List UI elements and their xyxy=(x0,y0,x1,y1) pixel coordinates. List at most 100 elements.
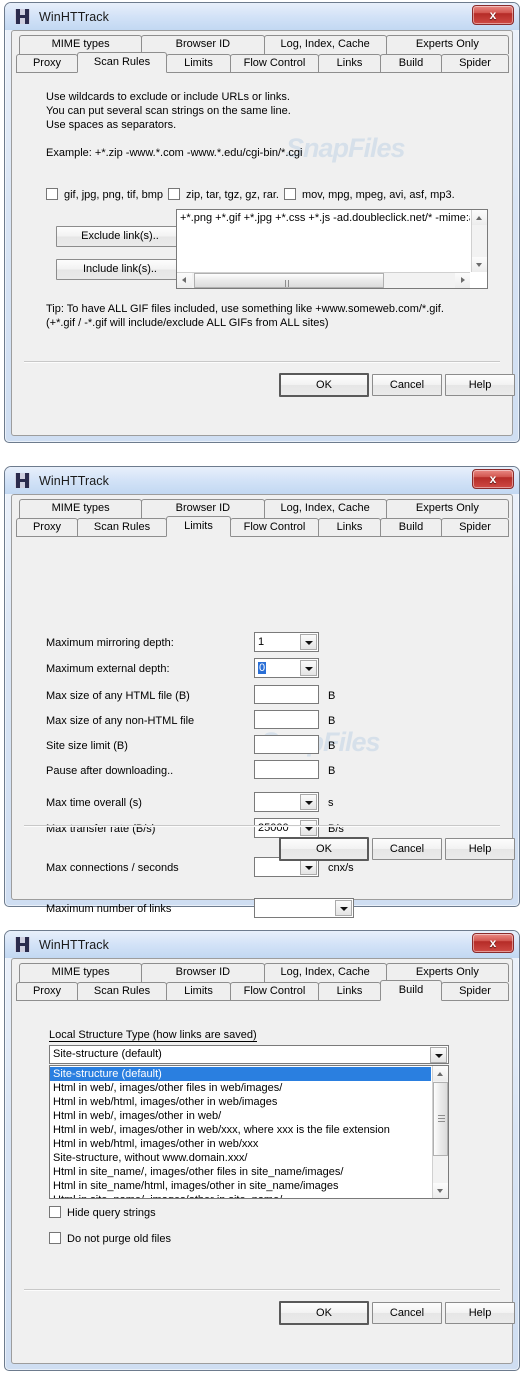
tab-flow-control[interactable]: Flow Control xyxy=(230,982,319,1001)
close-button[interactable]: x xyxy=(472,5,514,25)
scroll-up-arrow-icon[interactable] xyxy=(472,210,487,225)
checkbox-do-not-purge-old-files[interactable] xyxy=(49,1232,61,1244)
dialog-client: MIME types Browser ID Log, Index, Cache … xyxy=(11,30,515,436)
scroll-down-arrow-icon[interactable] xyxy=(433,1183,448,1198)
tab-links[interactable]: Links xyxy=(318,982,381,1001)
scan-rules-textarea[interactable]: +*.png +*.gif +*.jpg +*.css +*.js -ad.do… xyxy=(176,209,488,289)
cancel-button[interactable]: Cancel xyxy=(372,374,442,396)
input-max-nonhtml-size[interactable] xyxy=(254,710,319,729)
tab-flow-control[interactable]: Flow Control xyxy=(230,54,319,73)
scroll-down-arrow-icon[interactable] xyxy=(472,257,487,272)
tab-mime-types[interactable]: MIME types xyxy=(19,499,143,518)
input-max-html-size[interactable] xyxy=(254,685,319,704)
help-button[interactable]: Help xyxy=(445,1302,515,1324)
scan-rules-text: +*.png +*.gif +*.jpg +*.css +*.js -ad.do… xyxy=(180,212,470,224)
tab-links[interactable]: Links xyxy=(318,518,381,537)
tab-build[interactable]: Build xyxy=(380,980,442,1001)
textarea-horizontal-scrollbar[interactable] xyxy=(177,272,470,288)
list-item[interactable]: Html in web/, images/other files in web/… xyxy=(50,1081,431,1095)
checkbox-archives[interactable] xyxy=(168,188,180,200)
tab-build[interactable]: Build xyxy=(380,518,442,537)
checkbox-hide-query-strings-label: Hide query strings xyxy=(67,1207,156,1219)
list-item[interactable]: Html in web/html, images/other in web/im… xyxy=(50,1095,431,1109)
exclude-links-button[interactable]: Exclude link(s).. xyxy=(56,226,184,247)
combo-max-external-depth-value: 0 xyxy=(258,662,267,674)
checkbox-images[interactable] xyxy=(46,188,58,200)
list-item[interactable]: Html in web/, images/other in web/ xyxy=(50,1109,431,1123)
chevron-down-icon[interactable] xyxy=(335,900,352,916)
scroll-right-arrow-icon[interactable] xyxy=(455,273,470,288)
list-item[interactable]: Site-structure (default) xyxy=(50,1067,431,1081)
combo-max-external-depth[interactable]: 0 xyxy=(254,658,319,678)
chevron-down-icon[interactable] xyxy=(300,660,317,676)
tab-scan-rules[interactable]: Scan Rules xyxy=(77,518,167,537)
tab-experts-only[interactable]: Experts Only xyxy=(385,499,509,518)
list-item[interactable]: Html in web/html, images/other in web/xx… xyxy=(50,1137,431,1151)
dialog-client: MIME types Browser ID Log, Index, Cache … xyxy=(11,958,515,1364)
hscroll-thumb[interactable] xyxy=(194,273,384,288)
tab-experts-only[interactable]: Experts Only xyxy=(385,35,509,54)
cancel-button[interactable]: Cancel xyxy=(372,1302,442,1324)
tab-row-2: Proxy Scan Rules Limits Flow Control Lin… xyxy=(16,980,509,1001)
textarea-vertical-scrollbar[interactable] xyxy=(471,210,487,272)
scan-help-line-3: Use spaces as separators. xyxy=(46,119,177,131)
list-item[interactable]: Html in web/, images/other in web/xxx, w… xyxy=(50,1123,431,1137)
tab-flow-control[interactable]: Flow Control xyxy=(230,518,319,537)
tab-log-index-cache[interactable]: Log, Index, Cache xyxy=(263,35,387,54)
ok-button[interactable]: OK xyxy=(279,837,369,861)
tab-limits[interactable]: Limits xyxy=(166,516,231,537)
combo-max-transfer-rate[interactable]: 25000 xyxy=(254,818,319,838)
tab-proxy[interactable]: Proxy xyxy=(16,54,78,73)
input-pause-after-downloading[interactable] xyxy=(254,760,319,779)
input-site-size-limit[interactable] xyxy=(254,735,319,754)
checkbox-video[interactable] xyxy=(284,188,296,200)
ok-button[interactable]: OK xyxy=(279,1301,369,1325)
checkbox-hide-query-strings-group: Hide query strings xyxy=(49,1206,156,1219)
chevron-down-icon[interactable] xyxy=(300,820,317,836)
tab-links[interactable]: Links xyxy=(318,54,381,73)
chevron-down-icon[interactable] xyxy=(300,794,317,810)
tab-build[interactable]: Build xyxy=(380,54,442,73)
scroll-up-arrow-icon[interactable] xyxy=(433,1066,448,1081)
include-links-button[interactable]: Include link(s).. xyxy=(56,259,184,280)
checkbox-video-label: mov, mpg, mpeg, avi, asf, mp3. xyxy=(302,189,455,201)
tab-spider[interactable]: Spider xyxy=(441,518,509,537)
tab-proxy[interactable]: Proxy xyxy=(16,518,78,537)
list-item[interactable]: Html in site_name/, images/other files i… xyxy=(50,1165,431,1179)
chevron-down-icon[interactable] xyxy=(430,1047,447,1063)
checkbox-hide-query-strings[interactable] xyxy=(49,1206,61,1218)
ok-button[interactable]: OK xyxy=(279,373,369,397)
tab-log-index-cache[interactable]: Log, Index, Cache xyxy=(263,499,387,518)
unit-max-connections: cnx/s xyxy=(328,862,354,874)
tab-browser-id[interactable]: Browser ID xyxy=(141,963,265,982)
help-button[interactable]: Help xyxy=(445,374,515,396)
listbox-vertical-scrollbar[interactable] xyxy=(432,1066,448,1198)
checkbox-archives-label: zip, tar, tgz, gz, rar. xyxy=(186,189,279,201)
chevron-down-icon[interactable] xyxy=(300,859,317,875)
tab-scan-rules[interactable]: Scan Rules xyxy=(77,982,167,1001)
tab-limits[interactable]: Limits xyxy=(166,54,231,73)
vscroll-thumb[interactable] xyxy=(433,1082,448,1156)
tab-mime-types[interactable]: MIME types xyxy=(19,963,143,982)
checkbox-media-group: gif, jpg, png, tif, bmp xyxy=(46,188,163,201)
chevron-down-icon[interactable] xyxy=(300,634,317,650)
cancel-button[interactable]: Cancel xyxy=(372,838,442,860)
scroll-left-arrow-icon[interactable] xyxy=(177,273,192,288)
list-item[interactable]: Html in site_name/html, images/other in … xyxy=(50,1179,431,1193)
close-button[interactable]: x xyxy=(472,933,514,953)
tab-limits[interactable]: Limits xyxy=(166,982,231,1001)
close-button[interactable]: x xyxy=(472,469,514,489)
tab-spider[interactable]: Spider xyxy=(441,982,509,1001)
list-item[interactable]: Html in site_name/, images/other in site… xyxy=(50,1193,431,1198)
tab-scan-rules[interactable]: Scan Rules xyxy=(77,52,167,73)
tab-log-index-cache[interactable]: Log, Index, Cache xyxy=(263,963,387,982)
tab-proxy[interactable]: Proxy xyxy=(16,982,78,1001)
combo-local-structure-type[interactable]: Site-structure (default) xyxy=(49,1045,449,1064)
local-structure-type-listbox[interactable]: Site-structure (default) Html in web/, i… xyxy=(49,1065,449,1199)
list-item[interactable]: Site-structure, without www.domain.xxx/ xyxy=(50,1151,431,1165)
tab-spider[interactable]: Spider xyxy=(441,54,509,73)
help-button[interactable]: Help xyxy=(445,838,515,860)
combo-max-mirroring-depth[interactable]: 1 xyxy=(254,632,319,652)
combo-max-time-overall[interactable] xyxy=(254,792,319,812)
combo-max-number-of-links[interactable] xyxy=(254,898,354,918)
